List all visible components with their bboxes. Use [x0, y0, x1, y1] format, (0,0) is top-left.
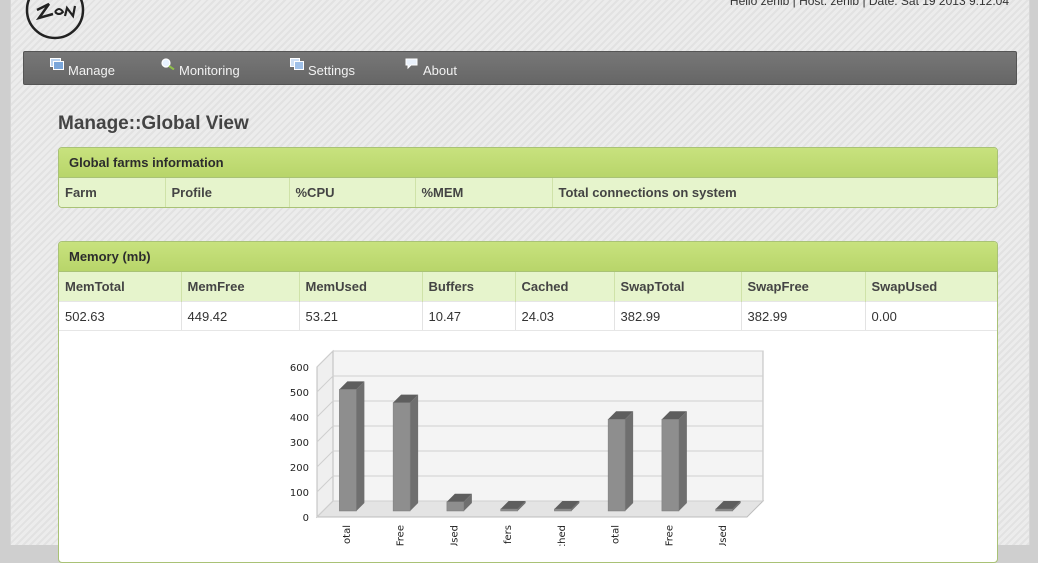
zen-logo — [25, 0, 85, 40]
page-background: Hello zenlb | Host: zenlb | Date: Sat 19… — [10, 0, 1030, 563]
col-header-cpu: %CPU — [289, 178, 416, 207]
col-header-memused: MemUsed — [299, 272, 423, 302]
page-title: Manage::Global View — [58, 113, 249, 134]
col-header-buffers: Buffers — [422, 272, 516, 302]
cell-memfree: 449.42 — [181, 301, 300, 330]
x-tick-label: ched — [557, 525, 568, 546]
x-tick-label: otal — [342, 525, 353, 544]
menu-about-label: About — [423, 63, 457, 78]
host-info: Hello zenlb | Host: zenlb | Date: Sat 19… — [729, 0, 1009, 8]
farms-table: Farm Profile %CPU %MEM Total connections… — [59, 178, 997, 207]
cell-memtotal: 502.63 — [59, 301, 182, 330]
col-header-mem: %MEM — [415, 178, 553, 207]
col-header-memfree: MemFree — [181, 272, 300, 302]
chart-bar-side — [410, 394, 419, 511]
cell-cached: 24.03 — [515, 301, 615, 330]
chart-bar-side — [625, 411, 634, 511]
col-header-farm: Farm — [59, 178, 166, 207]
col-header-total-connections: Total connections on system — [552, 178, 997, 207]
col-header-memtotal: MemTotal — [59, 272, 182, 302]
farms-panel: Global farms information Farm Profile %C… — [58, 147, 998, 208]
manage-icon — [50, 58, 64, 70]
chart-bar-side — [678, 411, 687, 511]
memory-chart: 0 100 200 300 400 500 600 otal Free Used fers ched o… — [290, 349, 765, 550]
memory-panel: Memory (mb) MemTotal MemFree MemUsed Buf… — [58, 241, 998, 563]
cell-buffers: 10.47 — [422, 301, 516, 330]
cell-swapused: 0.00 — [865, 301, 997, 330]
col-header-cached: Cached — [515, 272, 615, 302]
x-tick-label: Used — [718, 525, 729, 546]
memory-table-row: 502.63 449.42 53.21 10.47 24.03 382.99 3… — [59, 301, 997, 330]
chart-bar — [554, 508, 572, 512]
memory-table-header-row: MemTotal MemFree MemUsed Buffers Cached … — [59, 272, 997, 302]
y-tick-label: 0 — [303, 513, 309, 524]
x-tick-label: fers — [503, 525, 514, 544]
y-tick-label: 200 — [290, 463, 309, 474]
y-tick-label: 300 — [290, 438, 309, 449]
col-header-swapused: SwapUsed — [865, 272, 997, 302]
cell-swapfree: 382.99 — [741, 301, 866, 330]
y-tick-label: 500 — [290, 388, 309, 399]
col-header-profile: Profile — [165, 178, 290, 207]
chart-floor — [315, 500, 765, 518]
menu-manage-label: Manage — [68, 63, 115, 78]
farms-panel-title: Global farms information — [59, 148, 997, 178]
chart-bar — [339, 389, 357, 512]
settings-icon — [290, 58, 304, 70]
x-tick-label: Free — [396, 525, 407, 546]
chart-bar — [607, 419, 626, 512]
y-tick-label: 400 — [290, 413, 309, 424]
cell-swaptotal: 382.99 — [614, 301, 742, 330]
chart-bar-side — [356, 381, 365, 511]
y-tick-label: 100 — [290, 488, 309, 499]
memory-panel-title: Memory (mb) — [59, 242, 997, 272]
chart-bar — [392, 402, 411, 512]
memory-chart-area: 0 100 200 300 400 500 600 otal Free Used fers ched o… — [59, 330, 997, 550]
x-tick-label: Free — [664, 525, 675, 546]
chart-bar — [500, 508, 518, 512]
chart-bar — [661, 419, 680, 512]
magnifier-icon — [161, 58, 175, 70]
memory-table: MemTotal MemFree MemUsed Buffers Cached … — [59, 272, 997, 330]
chart-bar — [446, 501, 465, 512]
x-tick-label: Used — [449, 525, 460, 546]
farms-table-header-row: Farm Profile %CPU %MEM Total connections… — [59, 178, 997, 207]
menu-monitoring-label: Monitoring — [179, 63, 240, 78]
y-tick-label: 600 — [290, 363, 309, 374]
main-menu: Manage Monitoring Settings About — [23, 51, 1017, 85]
chart-bar — [715, 508, 733, 512]
speech-bubble-icon — [405, 58, 418, 70]
menu-settings-label: Settings — [308, 63, 355, 78]
x-tick-label: otal — [611, 525, 622, 544]
col-header-swaptotal: SwapTotal — [614, 272, 742, 302]
cell-memused: 53.21 — [299, 301, 423, 330]
col-header-swapfree: SwapFree — [741, 272, 866, 302]
